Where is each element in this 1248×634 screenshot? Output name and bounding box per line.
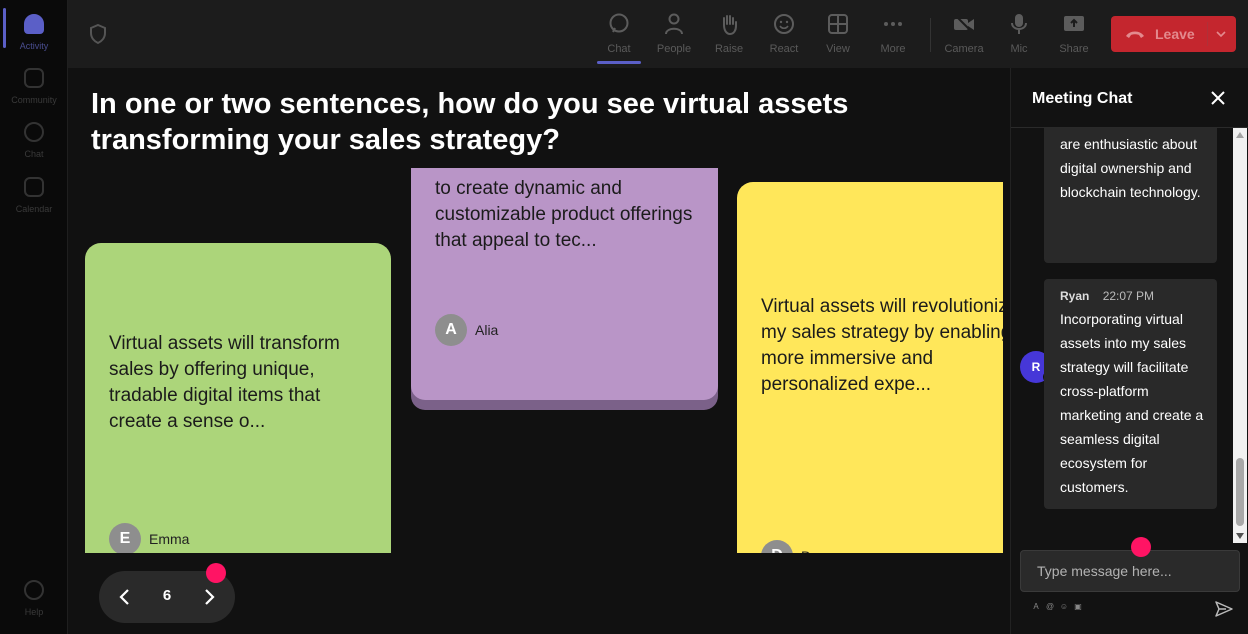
help-icon xyxy=(24,580,44,600)
note-author-name: D xyxy=(801,543,811,553)
chevron-right-icon[interactable] xyxy=(199,587,219,607)
chat-message-meta: Ryan 22:07 PM xyxy=(1060,287,1205,305)
chat-message-author: Ryan xyxy=(1060,289,1090,303)
format-icon[interactable]: A xyxy=(1031,602,1041,611)
toolbar-react-button[interactable]: React xyxy=(758,10,810,60)
note-author: A Alia xyxy=(435,314,498,346)
toolbar-view-button[interactable]: View xyxy=(812,10,864,60)
chevron-down-icon[interactable] xyxy=(1215,28,1227,40)
camera-off-icon xyxy=(954,14,974,34)
pointer-marker xyxy=(206,563,226,583)
chat-message-text: Incorporating virtual assets into my sal… xyxy=(1060,311,1204,495)
rail-item-activity[interactable]: Activity xyxy=(0,8,68,58)
note-author-name: Alia xyxy=(475,322,499,338)
toolbar-button-label: React xyxy=(769,43,799,55)
avatar: A xyxy=(435,314,467,346)
rail-item-chat[interactable]: Chat xyxy=(0,116,68,166)
bell-icon xyxy=(24,14,44,34)
grid-icon xyxy=(828,14,848,34)
attach-icon[interactable]: @ xyxy=(1045,602,1055,611)
leave-label: Leave xyxy=(1155,26,1195,42)
rail-item-label: Community xyxy=(11,95,57,105)
notes-board: Virtual assets will transform sales by o… xyxy=(68,168,1003,553)
toolbar-mic-button[interactable]: Mic xyxy=(993,10,1045,60)
community-icon xyxy=(24,68,44,88)
chevron-left-icon[interactable] xyxy=(115,587,135,607)
toolbar-button-label: Mic xyxy=(1010,43,1028,55)
chat-icon xyxy=(24,122,44,142)
note-text: Virtual assets will revolutionize my sal… xyxy=(761,296,1003,395)
share-icon xyxy=(1064,16,1084,31)
people-icon xyxy=(665,13,683,35)
toolbar-button-label: Raise xyxy=(714,43,744,55)
hand-icon xyxy=(723,15,737,35)
note-author: D D xyxy=(761,540,811,553)
format-toolbar: A @ ☺ ▣ xyxy=(1031,602,1083,611)
chat-scrollbar[interactable] xyxy=(1233,128,1247,543)
chat-title: Meeting Chat xyxy=(1032,90,1133,107)
hang-up-icon xyxy=(1126,31,1144,38)
toolbar-raise-button[interactable]: Raise xyxy=(703,10,755,60)
toolbar-button-label: Share xyxy=(1059,43,1089,55)
avatar: E xyxy=(109,523,141,553)
toolbar-divider xyxy=(930,18,931,52)
note-author: E Emma xyxy=(109,523,189,553)
rail-item-help[interactable]: Help xyxy=(0,574,68,624)
chat-message: are enthusiastic about digital ownership… xyxy=(1044,128,1217,263)
mic-icon xyxy=(1011,14,1027,34)
emoji-icon[interactable]: ☺ xyxy=(1059,602,1069,611)
page-number: 6 xyxy=(162,587,172,604)
rail-item-calendar[interactable]: Calendar xyxy=(0,171,68,221)
note-author-name: Emma xyxy=(149,531,190,547)
close-icon[interactable] xyxy=(1209,89,1227,107)
leave-button[interactable]: Leave xyxy=(1111,16,1236,52)
toolbar-button-label: People xyxy=(656,43,692,55)
chat-message-time: 22:07 PM xyxy=(1102,289,1155,303)
shield-icon[interactable] xyxy=(90,24,106,44)
scroll-thumb[interactable] xyxy=(1236,458,1244,526)
toolbar-more-button[interactable]: More xyxy=(867,10,919,60)
toolbar-button-label: More xyxy=(880,43,906,55)
leave-divider xyxy=(1207,22,1208,46)
chat-icon xyxy=(609,13,629,33)
chat-header: Meeting Chat xyxy=(1011,68,1248,128)
app-rail: Activity Community Chat Calendar Help xyxy=(0,0,68,634)
rail-item-label: Help xyxy=(24,607,44,617)
toolbar-share-button[interactable]: Share xyxy=(1048,10,1100,60)
note-card[interactable]: to create dynamic and customizable produ… xyxy=(411,168,718,400)
note-card[interactable]: Virtual assets will transform sales by o… xyxy=(85,243,391,553)
emoji-icon xyxy=(774,14,794,34)
question-title: In one or two sentences, how do you see … xyxy=(91,88,849,156)
pointer-marker xyxy=(1131,537,1151,557)
gif-icon[interactable]: ▣ xyxy=(1073,602,1083,611)
toolbar-button-label: Chat xyxy=(607,43,631,55)
toolbar-people-button[interactable]: People xyxy=(648,10,700,60)
chat-message: Ryan 22:07 PM Incorporating virtual asse… xyxy=(1044,279,1217,509)
calendar-icon xyxy=(24,177,44,197)
scroll-up-icon[interactable] xyxy=(1236,132,1244,138)
chat-messages: are enthusiastic about digital ownership… xyxy=(1011,128,1233,543)
meeting-chat-panel: Meeting Chat are enthusiastic about digi… xyxy=(1010,68,1248,634)
note-text: to create dynamic and customizable produ… xyxy=(435,178,693,251)
scroll-down-icon[interactable] xyxy=(1236,533,1244,539)
toolbar-chat-button[interactable]: Chat xyxy=(593,10,645,64)
chat-message-text: are enthusiastic about digital ownership… xyxy=(1060,136,1201,200)
rail-item-community[interactable]: Community xyxy=(0,62,68,112)
rail-item-label: Calendar xyxy=(15,204,53,214)
toolbar-button-label: View xyxy=(826,43,850,55)
message-input[interactable] xyxy=(1021,551,1239,591)
meeting-toolbar: Chat People Raise React View More Camera… xyxy=(68,0,1248,68)
chat-input-box[interactable] xyxy=(1020,550,1240,592)
rail-item-label: Activity xyxy=(19,41,49,51)
note-card[interactable]: Virtual assets will revolutionize my sal… xyxy=(737,182,1003,553)
send-icon[interactable] xyxy=(1214,599,1234,619)
toolbar-camera-button[interactable]: Camera xyxy=(938,10,990,60)
more-icon xyxy=(884,22,902,26)
toolbar-button-label: Camera xyxy=(944,43,984,55)
avatar: D xyxy=(761,540,793,553)
note-text: Virtual assets will transform sales by o… xyxy=(109,333,340,432)
rail-item-label: Chat xyxy=(24,149,44,159)
